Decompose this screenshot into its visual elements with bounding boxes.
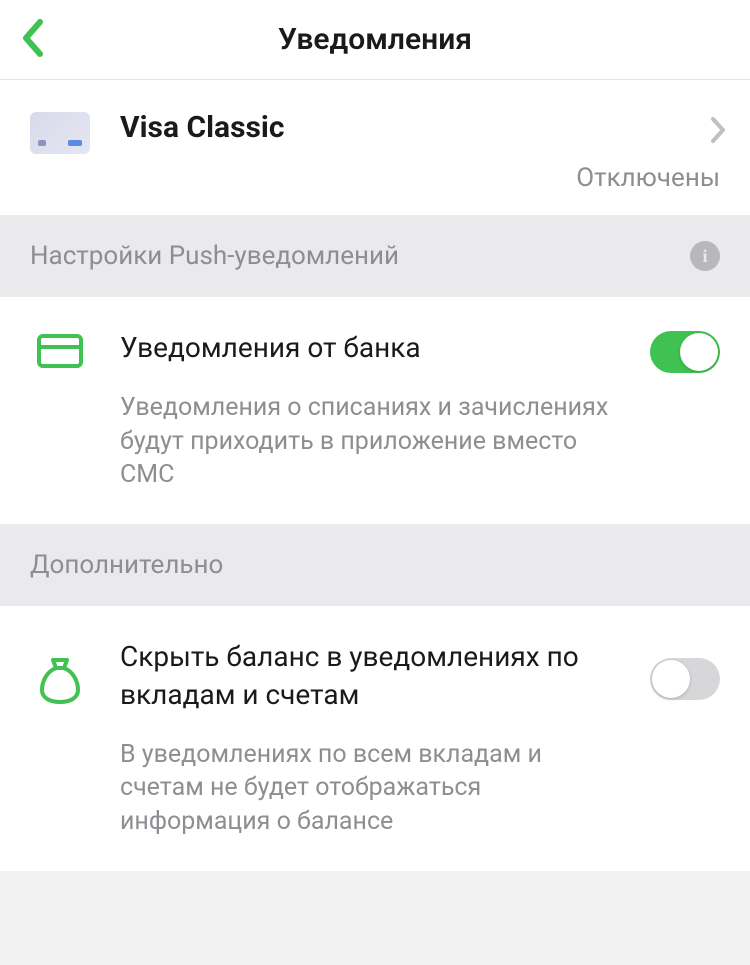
visa-card-icon bbox=[30, 112, 90, 154]
additional-section-title: Дополнительно bbox=[30, 550, 223, 580]
push-section-header: Настройки Push-уведомлений i bbox=[0, 215, 750, 297]
card-name: Visa Classic bbox=[120, 110, 720, 145]
header: Уведомления bbox=[0, 0, 750, 80]
additional-section-header: Дополнительно bbox=[0, 524, 750, 606]
chevron-left-icon bbox=[20, 18, 44, 58]
bank-notifications-desc: Уведомления о списаниях и зачислениях бу… bbox=[120, 391, 630, 492]
chevron-right-icon bbox=[710, 116, 726, 148]
bank-notifications-row: Уведомления от банка Уведомления о списа… bbox=[0, 297, 750, 524]
push-section-title: Настройки Push-уведомлений bbox=[30, 241, 399, 271]
hide-balance-toggle[interactable] bbox=[650, 658, 720, 700]
hide-balance-title: Скрыть баланс в уведомлениях по вкладам … bbox=[120, 638, 630, 714]
page-title: Уведомления bbox=[278, 22, 472, 57]
hide-balance-row: Скрыть баланс в уведомлениях по вкладам … bbox=[0, 606, 750, 871]
bank-notifications-title: Уведомления от банка bbox=[120, 329, 630, 367]
back-button[interactable] bbox=[20, 18, 44, 62]
info-icon[interactable]: i bbox=[690, 241, 720, 271]
bank-notifications-toggle[interactable] bbox=[650, 331, 720, 373]
card-status: Отключены bbox=[120, 163, 720, 193]
hide-balance-desc: В уведомлениях по всем вкладам и счетам … bbox=[120, 738, 630, 839]
card-item[interactable]: Visa Classic Отключены bbox=[0, 80, 750, 215]
card-outline-icon bbox=[36, 333, 84, 369]
money-bag-icon bbox=[38, 656, 82, 704]
